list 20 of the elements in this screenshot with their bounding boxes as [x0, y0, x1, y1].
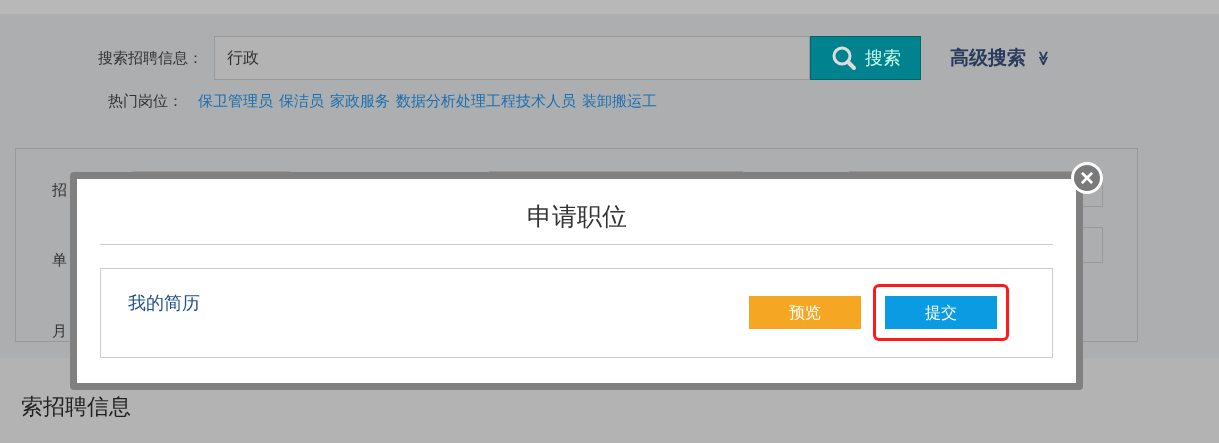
search-field[interactable]: 行政 [214, 36, 810, 80]
hot-job-link[interactable]: 保卫管理员 [198, 90, 273, 113]
hot-job-link[interactable]: 家政服务 [330, 90, 390, 113]
filter-label: 月 [52, 320, 67, 341]
search-button[interactable]: 搜索 [810, 36, 921, 80]
section-title: 索招聘信息 [21, 393, 132, 421]
hot-jobs-label: 热门岗位： [108, 91, 184, 111]
submit-button[interactable]: 提交 [885, 296, 997, 329]
filter-label: 单 [52, 250, 67, 270]
hot-job-link[interactable]: 装卸搬运工 [582, 90, 657, 113]
advanced-search-link[interactable]: 高级搜索 ≫ [950, 43, 1051, 73]
preview-button[interactable]: 预览 [749, 296, 861, 329]
hot-job-link[interactable]: 保洁员 [279, 90, 324, 113]
resume-link[interactable]: 我的简历 [128, 290, 200, 317]
hot-job-link[interactable]: 数据分析处理工程技术人员 [396, 90, 576, 113]
caret-icon: ≫ [1033, 50, 1054, 66]
dialog-title: 申请职位 [100, 179, 1053, 245]
search-icon [830, 45, 857, 71]
search-label: 搜索招聘信息： [98, 47, 204, 68]
filter-label: 招 [52, 179, 67, 200]
